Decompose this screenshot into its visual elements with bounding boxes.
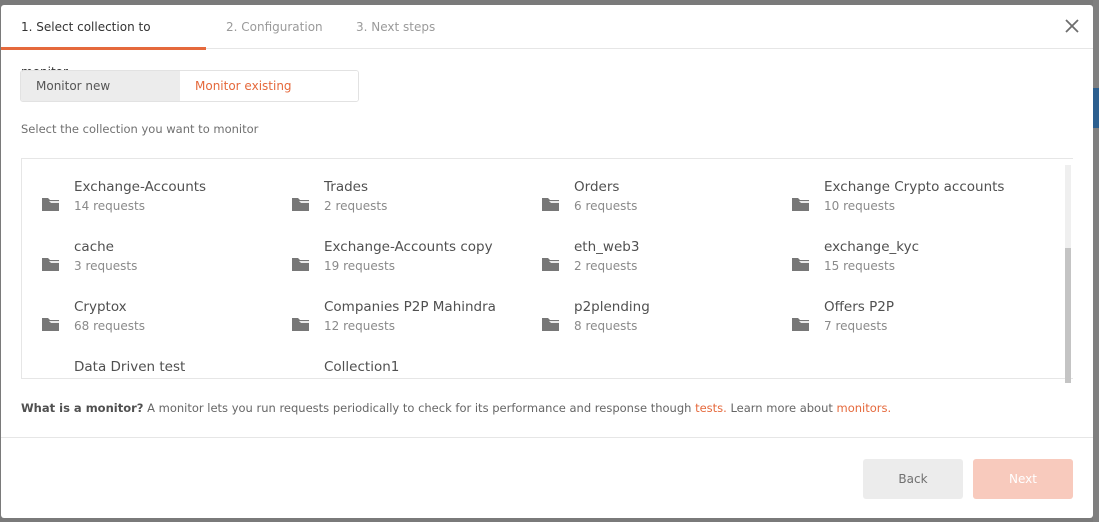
collection-item[interactable]: cache 3 requests xyxy=(22,239,272,279)
folder-icon xyxy=(292,316,309,331)
collection-item[interactable]: Collection1 xyxy=(272,359,522,378)
folder-icon xyxy=(42,256,59,271)
wizard-steps: 1. Select collection to monitor 2. Confi… xyxy=(1,5,1093,79)
background-edge xyxy=(1093,0,1099,522)
back-button[interactable]: Back xyxy=(863,459,963,499)
collection-item[interactable]: Exchange-Accounts copy 19 requests xyxy=(272,239,522,279)
tab-next-steps[interactable]: 3. Next steps xyxy=(336,5,455,49)
collection-list: Exchange-Accounts 14 requests Trades 2 requ… xyxy=(21,158,1073,379)
create-monitor-modal: 1. Select collection to monitor 2. Confi… xyxy=(1,5,1093,518)
monitor-info-text: What is a monitor? A monitor lets you ru… xyxy=(21,401,891,415)
collection-source-toggle: Monitor new collection Monitor existing … xyxy=(20,70,359,102)
collection-name: Collection1 xyxy=(324,359,400,375)
collection-name: Cryptox xyxy=(74,299,127,315)
collection-item[interactable]: Cryptox 68 requests xyxy=(22,299,272,339)
background-blue-tab xyxy=(1093,88,1099,128)
collection-item[interactable]: Orders 6 requests xyxy=(522,179,772,219)
collection-request-count: 12 requests xyxy=(324,319,395,333)
close-icon[interactable] xyxy=(1063,17,1081,35)
collection-request-count: 10 requests xyxy=(824,199,895,213)
collection-request-count: 68 requests xyxy=(74,319,145,333)
info-text-2: Learn more about xyxy=(726,401,837,415)
collection-name: Exchange-Accounts copy xyxy=(324,239,493,255)
collection-request-count: 2 requests xyxy=(574,259,638,273)
monitor-existing-collection-button[interactable]: Monitor existing collection xyxy=(180,71,358,101)
collection-request-count: 8 requests xyxy=(574,319,638,333)
collection-request-count: 6 requests xyxy=(574,199,638,213)
collection-item[interactable]: Companies P2P Mahindra 12 requests xyxy=(272,299,522,339)
folder-icon xyxy=(292,256,309,271)
monitor-new-collection-button[interactable]: Monitor new collection xyxy=(21,71,180,101)
collection-request-count: 15 requests xyxy=(824,259,895,273)
info-heading: What is a monitor? xyxy=(21,401,144,415)
collection-request-count: 14 requests xyxy=(74,199,145,213)
collection-name: cache xyxy=(74,239,114,255)
collection-item[interactable]: exchange_kyc 15 requests xyxy=(772,239,1022,279)
collection-name: Companies P2P Mahindra xyxy=(324,299,496,315)
collection-name: eth_web3 xyxy=(574,239,640,255)
collection-item[interactable]: eth_web3 2 requests xyxy=(522,239,772,279)
collection-name: Trades xyxy=(324,179,368,195)
collection-name: p2plending xyxy=(574,299,650,315)
folder-icon xyxy=(792,256,809,271)
folder-icon xyxy=(42,316,59,331)
collection-request-count: 19 requests xyxy=(324,259,395,273)
collection-request-count: 3 requests xyxy=(74,259,138,273)
collection-item[interactable]: Exchange-Accounts 14 requests xyxy=(22,179,272,219)
tests-link[interactable]: tests. xyxy=(695,401,727,415)
collection-name: Exchange-Accounts xyxy=(74,179,207,195)
monitors-link[interactable]: monitors. xyxy=(837,401,892,415)
collection-item[interactable]: Exchange Crypto accounts 10 requests xyxy=(772,179,1022,219)
collection-name: Exchange Crypto accounts xyxy=(824,179,1005,195)
folder-icon xyxy=(42,196,59,211)
select-collection-instruction: Select the collection you want to monito… xyxy=(21,122,259,136)
folder-icon xyxy=(292,376,309,378)
collection-request-count: 2 requests xyxy=(324,199,388,213)
tab-select-collection[interactable]: 1. Select collection to monitor xyxy=(1,5,206,79)
tab-configuration[interactable]: 2. Configuration xyxy=(206,5,343,49)
footer-divider xyxy=(1,437,1093,438)
folder-icon xyxy=(292,196,309,211)
folder-icon xyxy=(542,196,559,211)
collection-name: Data Driven test xyxy=(74,359,186,375)
collection-item[interactable]: Data Driven test xyxy=(22,359,272,378)
folder-icon xyxy=(542,316,559,331)
folder-icon xyxy=(792,196,809,211)
next-button[interactable]: Next xyxy=(973,459,1073,499)
info-text-1: A monitor lets you run requests periodic… xyxy=(143,401,696,415)
folder-icon xyxy=(542,256,559,271)
folder-icon xyxy=(42,376,59,378)
collection-request-count: 7 requests xyxy=(824,319,888,333)
collection-name: Offers P2P xyxy=(824,299,894,315)
collection-item[interactable]: p2plending 8 requests xyxy=(522,299,772,339)
collection-name: exchange_kyc xyxy=(824,239,920,255)
folder-icon xyxy=(792,316,809,331)
scrollbar-thumb[interactable] xyxy=(1065,248,1071,383)
collection-item[interactable]: Trades 2 requests xyxy=(272,179,522,219)
collection-name: Orders xyxy=(574,179,620,195)
collection-item[interactable]: Offers P2P 7 requests xyxy=(772,299,1022,339)
